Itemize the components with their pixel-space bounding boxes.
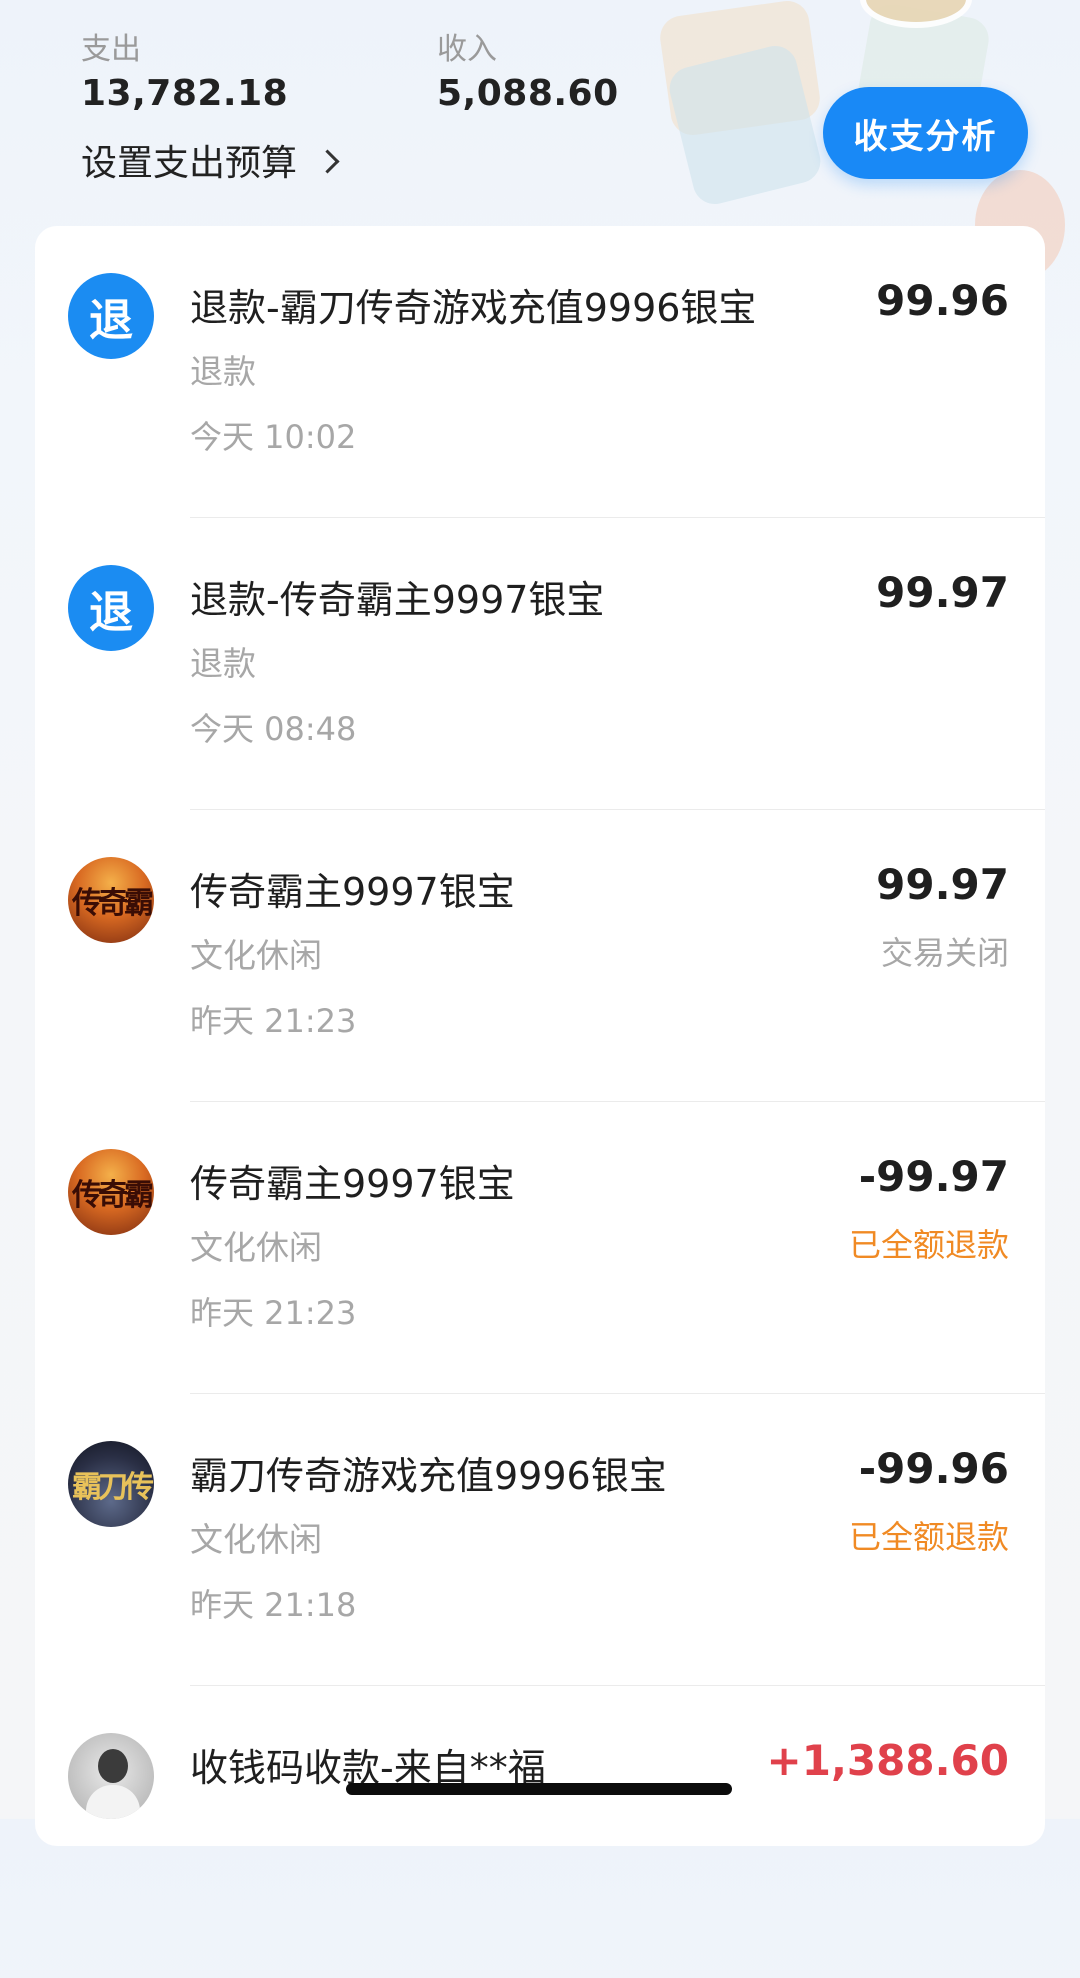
expense-total: 13,782.18 [81, 73, 289, 114]
refund-icon: 退 [68, 565, 154, 651]
transaction-title: 霸刀传奇游戏充值9996银宝 [190, 1454, 667, 1498]
transaction-row[interactable]: 收钱码收款-来自**福 +1,388.60 [35, 1686, 1045, 1978]
transaction-row[interactable]: 退 退款-霸刀传奇游戏充值9996银宝 退款 今天 10:02 99.96 [35, 226, 1045, 518]
avatar-body [86, 1785, 140, 1819]
transaction-time: 今天 08:48 [190, 710, 357, 748]
income-total: 5,088.60 [437, 73, 619, 114]
transaction-amount: +1,388.60 [766, 1736, 1009, 1785]
home-indicator[interactable] [346, 1783, 732, 1795]
avatar-head [98, 1749, 128, 1783]
transaction-time: 昨天 21:23 [190, 1002, 357, 1040]
transaction-row[interactable]: 霸刀传 霸刀传奇游戏充值9996银宝 文化休闲 昨天 21:18 -99.96 … [35, 1394, 1045, 1686]
transaction-amount: -99.96 [858, 1444, 1009, 1493]
merchant-logo: 传奇霸 [68, 1149, 154, 1235]
chevron-right-icon [315, 148, 340, 174]
expense-label: 支出 [81, 32, 141, 67]
income-label: 收入 [437, 32, 497, 67]
transaction-amount: 99.97 [876, 860, 1009, 909]
transaction-category: 文化休闲 [190, 1228, 322, 1267]
merchant-logo: 传奇霸 [68, 857, 154, 943]
transaction-title: 退款-传奇霸主9997银宝 [190, 578, 605, 622]
transaction-amount: -99.97 [858, 1152, 1009, 1201]
transaction-time: 昨天 21:23 [190, 1294, 357, 1332]
transaction-status: 已全额退款 [848, 1226, 1009, 1264]
set-budget-link[interactable]: 设置支出预算 [81, 134, 340, 186]
transaction-amount: 99.96 [876, 276, 1009, 325]
refund-icon: 退 [68, 273, 154, 359]
transaction-category: 文化休闲 [190, 936, 322, 975]
transaction-status: 已全额退款 [848, 1518, 1009, 1556]
transaction-title: 传奇霸主9997银宝 [190, 870, 515, 914]
summary-header: 支出 13,782.18 收入 5,088.60 设置支出预算 收支分析 [0, 0, 1080, 280]
transaction-category: 退款 [190, 352, 256, 391]
set-budget-label: 设置支出预算 [81, 143, 298, 184]
transaction-list: 退 退款-霸刀传奇游戏充值9996银宝 退款 今天 10:02 99.96 退 … [35, 226, 1045, 1846]
transaction-status: 交易关闭 [880, 934, 1009, 972]
transaction-title: 传奇霸主9997银宝 [190, 1162, 515, 1206]
transaction-title: 退款-霸刀传奇游戏充值9996银宝 [190, 286, 757, 330]
transaction-time: 今天 10:02 [190, 418, 357, 456]
transaction-category: 文化休闲 [190, 1520, 322, 1559]
transaction-row[interactable]: 退 退款-传奇霸主9997银宝 退款 今天 08:48 99.97 [35, 518, 1045, 810]
transaction-amount: 99.97 [876, 568, 1009, 617]
transaction-category: 退款 [190, 644, 256, 683]
income-expense-analysis-button[interactable]: 收支分析 [823, 87, 1028, 179]
transaction-row[interactable]: 传奇霸 传奇霸主9997银宝 文化休闲 昨天 21:23 99.97 交易关闭 [35, 810, 1045, 1102]
merchant-logo: 霸刀传 [68, 1441, 154, 1527]
transaction-time: 昨天 21:18 [190, 1586, 357, 1624]
transaction-row[interactable]: 传奇霸 传奇霸主9997银宝 文化休闲 昨天 21:23 -99.97 已全额退… [35, 1102, 1045, 1394]
user-avatar [68, 1733, 154, 1819]
